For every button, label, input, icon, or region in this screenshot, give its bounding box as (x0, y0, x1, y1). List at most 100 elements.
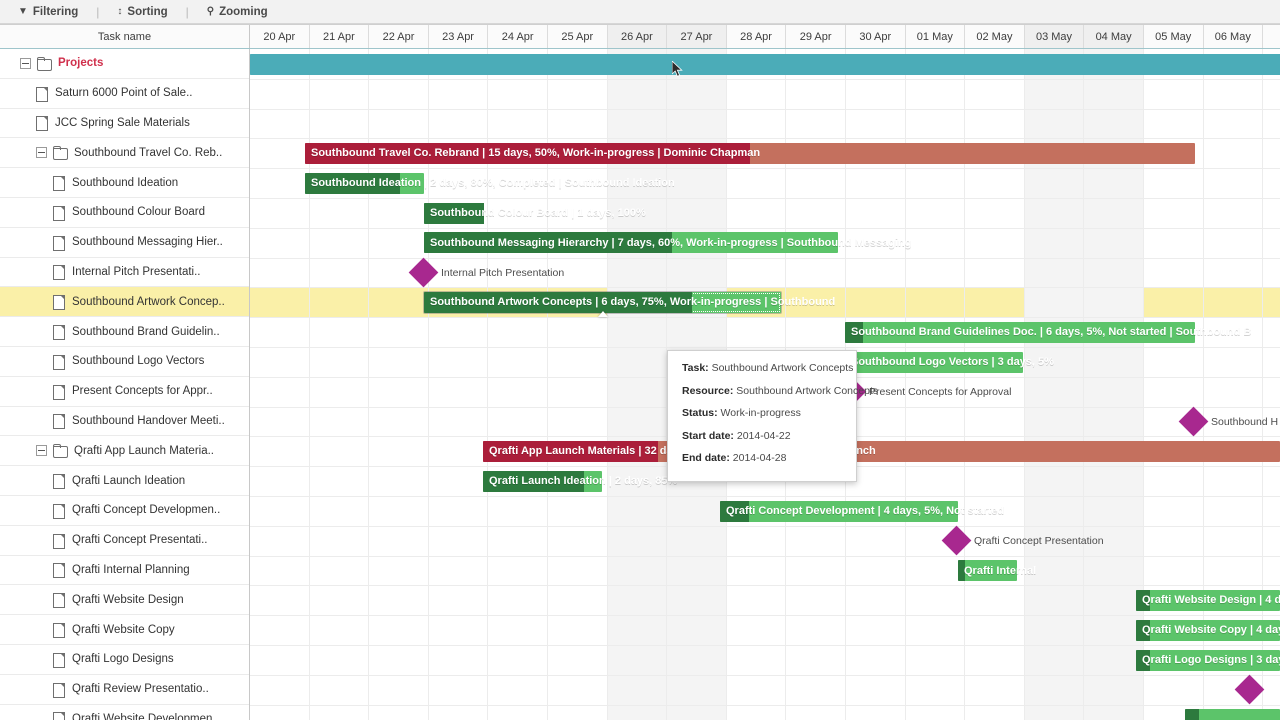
gantt-bar[interactable]: Qrafti Website Design | 4 days, (1136, 589, 1280, 611)
gantt-header: Task name 20 Apr 21 Apr 22 Apr 23 Apr 24 Apr… (0, 25, 1280, 49)
gantt-bar-label: Southbound Colour Board | 1 days, 100% (430, 207, 646, 219)
gantt-bar[interactable] (1185, 709, 1280, 720)
document-icon (53, 235, 65, 251)
gantt-bar-label: Southbound Travel Co. Rebrand | 15 days,… (311, 147, 761, 160)
task-row[interactable]: JCC Spring Sale Materials (0, 109, 249, 139)
gantt-bar[interactable]: Southbound Colour Board | 1 days, 100% (424, 202, 646, 224)
timeline-row-divider (250, 78, 1280, 80)
date-header-cell: 03 May (1024, 25, 1085, 48)
task-row[interactable]: Southbound Brand Guidelin.. (0, 317, 249, 347)
task-name-label: Internal Pitch Presentati.. (72, 265, 201, 278)
tooltip-row: Resource: Southbound Artwork Concepts (682, 385, 878, 397)
gantt-bar[interactable]: Southbound Messaging Hierarchy | 7 days,… (424, 232, 911, 254)
task-row[interactable]: Qrafti Internal Planning (0, 556, 249, 586)
milestone-label: Qrafti Concept Presentation (974, 534, 1104, 547)
tooltip-row: Status: Work-in-progress (682, 408, 842, 419)
task-row[interactable]: Southbound Handover Meeti.. (0, 407, 249, 437)
task-row[interactable]: Southbound Travel Co. Reb.. (0, 138, 249, 169)
gantt-bar[interactable] (250, 53, 1280, 75)
document-icon (36, 86, 48, 102)
toolbar: ▼ Filtering | ↕ Sorting | ⚲ Zooming (0, 0, 1280, 24)
date-header-cell: 01 May (905, 25, 966, 48)
timeline-row-divider (250, 168, 1280, 170)
timeline-column (250, 49, 310, 720)
timeline-row-divider (250, 108, 1280, 110)
date-header-cell: 02 May (965, 25, 1025, 48)
gantt-bar[interactable]: Southbound Artwork Concepts | 6 days, 75… (424, 291, 835, 317)
task-row[interactable]: Projects (0, 49, 249, 79)
gantt-bar[interactable]: Qrafti Website Copy | 4 days, 5 (1136, 619, 1280, 641)
document-icon (53, 265, 65, 281)
document-icon (53, 652, 65, 668)
task-row[interactable]: Qrafti Website Copy (0, 615, 249, 645)
task-row[interactable]: Qrafti Website Developmen (0, 705, 249, 720)
task-row[interactable]: Qrafti Logo Designs (0, 645, 249, 675)
collapse-toggle-icon[interactable] (36, 445, 47, 457)
date-header-cell: 27 Apr (667, 25, 727, 48)
folder-icon (53, 146, 68, 161)
task-name-label: Southbound Ideation (72, 176, 179, 189)
task-row[interactable]: Qrafti App Launch Materia.. (0, 436, 249, 467)
timeline-row-divider (250, 227, 1280, 229)
collapse-toggle-icon[interactable] (36, 147, 47, 159)
task-row[interactable]: Saturn 6000 Point of Sale.. (0, 79, 249, 109)
date-header-cell: 26 Apr (607, 25, 668, 48)
task-row[interactable]: Present Concepts for Appr.. (0, 377, 249, 407)
gantt-bar[interactable]: Qrafti Logo Designs | 3 days, 5 (1136, 649, 1280, 671)
document-icon (53, 533, 65, 549)
date-header-cell: 30 Apr (845, 25, 906, 48)
task-row[interactable]: Qrafti Website Design (0, 585, 249, 616)
gantt-bar[interactable]: Southbound Travel Co. Rebrand | 15 days,… (305, 142, 1195, 164)
sorting-button[interactable]: ↕ Sorting (117, 6, 167, 18)
sort-icon: ↕ (117, 5, 123, 17)
gantt-bar[interactable]: Qrafti Launch Ideation | 2 days, 85% (483, 470, 677, 492)
task-tooltip: Task: Southbound Artwork Concepts Resourc… (667, 350, 878, 482)
timeline-row-divider (250, 496, 1280, 497)
gantt-bar[interactable]: Southbound Logo Vectors | 3 days, 5% (845, 351, 1054, 373)
timeline-row-divider (250, 347, 1280, 348)
task-row[interactable]: Qrafti Review Presentatio.. (0, 675, 249, 705)
tooltip-row: Task: Southbound Artwork Concepts (682, 363, 853, 374)
timeline-row-divider (250, 138, 1280, 140)
task-name-label: Qrafti Logo Designs (72, 653, 174, 666)
zooming-button[interactable]: ⚲ Zooming (207, 6, 268, 18)
document-icon (53, 295, 65, 311)
filtering-button[interactable]: ▼ Filtering (18, 6, 78, 18)
document-icon (53, 205, 65, 221)
date-header-cell: 21 Apr (309, 25, 370, 48)
gantt-bar[interactable]: Southbound Ideation | 2 days, 80%, Compl… (305, 172, 675, 194)
task-row[interactable]: Southbound Artwork Concep.. (0, 287, 249, 318)
task-row[interactable]: Qrafti Launch Ideation (0, 466, 249, 496)
toolbar-separator-1: | (96, 4, 100, 19)
tooltip-key: Status: (682, 407, 718, 419)
gantt-bar-label: Qrafti Website Design | 4 days, (1142, 594, 1280, 607)
task-row[interactable]: Southbound Logo Vectors (0, 347, 249, 377)
sorting-label: Sorting (127, 5, 168, 18)
task-row[interactable]: Southbound Ideation (0, 168, 249, 198)
tooltip-value: Southbound Artwork Concepts (736, 384, 879, 397)
task-list-panel[interactable]: Projects Saturn 6000 Point of Sale.. JCC S… (0, 49, 250, 720)
tooltip-row: Start date: 2014-04-22 (682, 429, 842, 442)
document-icon (53, 593, 65, 609)
gantt-bar-resize-handle[interactable] (597, 310, 608, 317)
gantt-bar[interactable]: Qrafti Internal (958, 560, 1036, 582)
tooltip-key: End date: (682, 452, 730, 464)
task-row[interactable]: Qrafti Concept Developmen.. (0, 496, 249, 526)
task-name-label: Qrafti Concept Developmen.. (72, 504, 221, 517)
task-row[interactable]: Southbound Messaging Hier.. (0, 228, 249, 258)
gantt-bar-label: Qrafti Logo Designs | 3 days, 5 (1142, 654, 1280, 666)
task-row[interactable]: Internal Pitch Presentati.. (0, 258, 249, 288)
tooltip-key: Start date: (682, 429, 734, 442)
gantt-bar[interactable]: Southbound Brand Guidelines Doc. | 6 day… (845, 321, 1251, 343)
task-row[interactable]: Qrafti Concept Presentati.. (0, 526, 249, 556)
tooltip-row: End date: 2014-04-28 (682, 453, 842, 464)
document-icon (53, 176, 65, 192)
gantt-bar[interactable]: Qrafti App Launch Materials | 32 days, 2… (483, 440, 1280, 462)
date-header-cell: 24 Apr (488, 25, 548, 48)
gantt-bar[interactable]: Qrafti Concept Development | 4 days, 5%,… (720, 500, 1004, 522)
task-name-label: Southbound Colour Board (72, 206, 205, 219)
task-row[interactable]: Southbound Colour Board (0, 198, 249, 228)
minus-glyph (22, 62, 29, 64)
collapse-toggle-icon[interactable] (20, 57, 31, 69)
timeline-row-divider (250, 555, 1280, 557)
